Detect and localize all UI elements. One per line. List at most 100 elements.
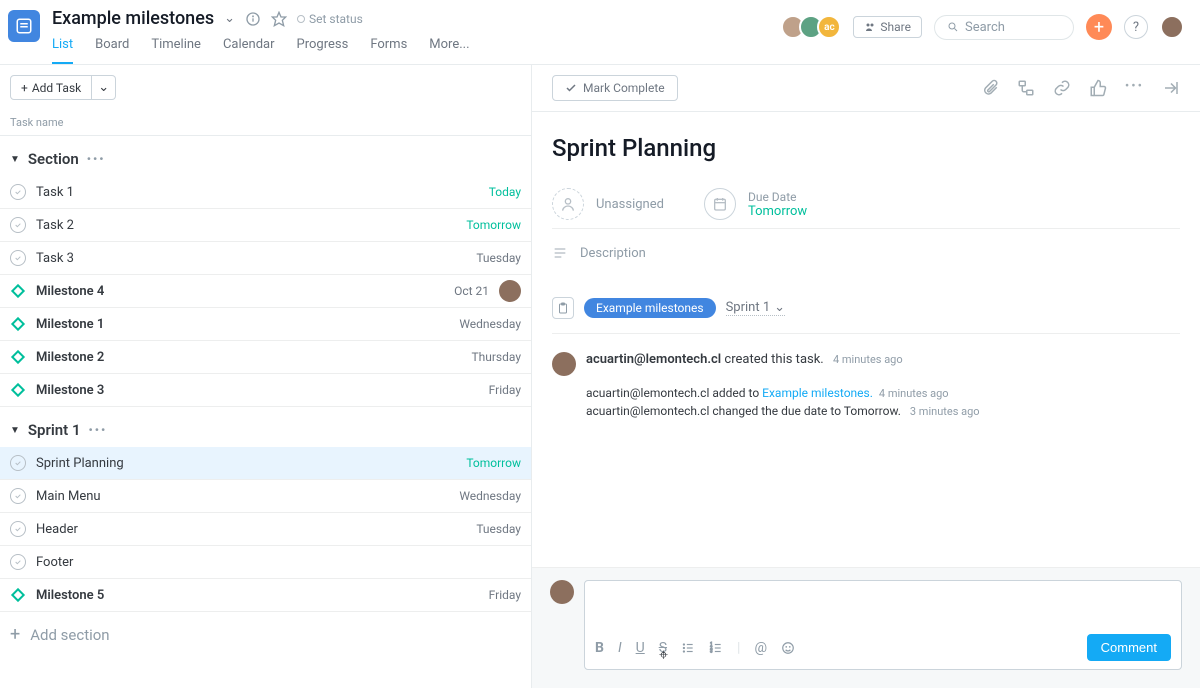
task-row[interactable]: Sprint Planning Tomorrow xyxy=(0,447,531,480)
add-task-button[interactable]: +Add Task xyxy=(10,75,92,100)
task-check-icon[interactable] xyxy=(10,250,26,266)
description-field[interactable]: Description xyxy=(552,229,1180,277)
tab-calendar[interactable]: Calendar xyxy=(223,37,275,64)
section-menu-icon[interactable]: ••• xyxy=(89,423,108,437)
task-row[interactable]: Milestone 1Wednesday xyxy=(0,308,531,341)
add-section-button[interactable]: +Add section xyxy=(0,612,531,657)
number-list-icon[interactable]: 123 xyxy=(709,641,723,655)
task-row[interactable]: Milestone 3Friday xyxy=(0,374,531,407)
check-icon xyxy=(565,82,577,94)
task-date: Tomorrow xyxy=(466,218,521,232)
task-name: Sprint Planning xyxy=(36,456,456,471)
user-avatar[interactable] xyxy=(1160,15,1184,39)
subtask-icon[interactable] xyxy=(1017,79,1035,97)
search-icon xyxy=(947,21,959,33)
task-date: Wednesday xyxy=(459,317,521,331)
close-detail-icon[interactable] xyxy=(1162,79,1180,97)
tab-more[interactable]: More... xyxy=(429,37,469,64)
section-name[interactable]: Section xyxy=(28,150,79,168)
svg-text:3: 3 xyxy=(710,648,713,653)
search-input[interactable]: Search xyxy=(934,15,1074,40)
tab-timeline[interactable]: Timeline xyxy=(151,37,201,64)
bold-icon[interactable]: B xyxy=(595,640,604,656)
share-button[interactable]: Share xyxy=(853,16,922,38)
task-row[interactable]: Task 1 Today xyxy=(0,176,531,209)
add-task-dropdown[interactable]: ⌄ xyxy=(92,75,116,100)
comment-textarea[interactable] xyxy=(595,589,1171,628)
comment-button[interactable]: Comment xyxy=(1087,634,1171,661)
task-row[interactable]: Milestone 2Thursday xyxy=(0,341,531,374)
task-name: Task 3 xyxy=(36,251,466,266)
star-icon[interactable] xyxy=(271,11,287,27)
task-check-icon[interactable] xyxy=(10,455,26,471)
section-caret-icon[interactable]: ▼ xyxy=(10,154,20,165)
project-menu-caret-icon[interactable]: ⌄ xyxy=(224,11,235,26)
task-date: Wednesday xyxy=(459,489,521,503)
section-link[interactable]: Sprint 1⌄ xyxy=(726,300,785,316)
task-name: Main Menu xyxy=(36,489,449,504)
section-name[interactable]: Sprint 1 xyxy=(28,421,81,439)
task-row[interactable]: Main Menu Wednesday xyxy=(0,480,531,513)
project-title[interactable]: Example milestones xyxy=(52,8,214,29)
task-check-icon[interactable] xyxy=(10,554,26,570)
task-row[interactable]: Task 3Tuesday xyxy=(0,242,531,275)
bullet-list-icon[interactable] xyxy=(681,641,695,655)
tab-board[interactable]: Board xyxy=(95,37,129,64)
task-date: Thursday xyxy=(471,350,521,364)
attachment-icon[interactable] xyxy=(981,79,999,97)
italic-icon[interactable]: I xyxy=(618,640,622,656)
task-date: Tuesday xyxy=(476,522,521,536)
strike-icon[interactable]: S xyxy=(659,640,667,656)
tab-forms[interactable]: Forms xyxy=(370,37,407,64)
task-check-icon[interactable] xyxy=(10,217,26,233)
description-icon xyxy=(552,245,568,261)
task-date: Tomorrow xyxy=(466,456,521,470)
task-check-icon[interactable] xyxy=(10,184,26,200)
more-icon[interactable]: ••• xyxy=(1125,79,1144,97)
task-assignee-avatar[interactable] xyxy=(499,280,521,302)
task-check-icon[interactable] xyxy=(10,521,26,537)
link-icon[interactable] xyxy=(1053,79,1071,97)
task-detail-title[interactable]: Sprint Planning xyxy=(552,134,1180,162)
task-row[interactable]: Milestone 4Oct 21 xyxy=(0,275,531,308)
set-status-button[interactable]: Set status xyxy=(297,12,363,26)
like-icon[interactable] xyxy=(1089,79,1107,97)
calendar-icon xyxy=(704,188,736,220)
task-date: Today xyxy=(489,185,521,199)
comment-avatar xyxy=(550,580,574,604)
due-date-field[interactable]: Due Date Tomorrow xyxy=(704,188,807,220)
project-icon[interactable] xyxy=(8,10,40,42)
member-avatars[interactable]: ac xyxy=(787,15,841,39)
info-icon[interactable] xyxy=(245,11,261,27)
task-date: Friday xyxy=(489,383,521,397)
task-check-icon[interactable] xyxy=(10,488,26,504)
help-button[interactable]: ? xyxy=(1124,15,1148,39)
mention-icon[interactable]: @ xyxy=(754,640,767,656)
milestone-icon xyxy=(10,316,26,332)
task-name: Task 1 xyxy=(36,185,479,200)
tab-progress[interactable]: Progress xyxy=(297,37,349,64)
task-row[interactable]: Header Tuesday xyxy=(0,513,531,546)
task-row[interactable]: Footer xyxy=(0,546,531,579)
task-name: Milestone 4 xyxy=(36,284,444,299)
section-caret-icon[interactable]: ▼ xyxy=(10,425,20,436)
activity-log: acuartin@lemontech.cl changed the due da… xyxy=(586,404,1180,418)
task-row[interactable]: Milestone 5Friday xyxy=(0,579,531,612)
activity-created: acuartin@lemontech.cl created this task.… xyxy=(586,352,903,367)
milestone-icon xyxy=(10,283,26,299)
task-name: Task 2 xyxy=(36,218,456,233)
person-icon xyxy=(552,188,584,220)
global-add-button[interactable]: + xyxy=(1086,14,1112,40)
project-pill[interactable]: Example milestones xyxy=(584,298,716,318)
task-name: Milestone 5 xyxy=(36,588,479,603)
underline-icon[interactable]: U xyxy=(636,640,645,656)
emoji-icon[interactable] xyxy=(781,641,795,655)
section-menu-icon[interactable]: ••• xyxy=(87,152,106,166)
tab-list[interactable]: List xyxy=(52,37,73,64)
column-header-name: Task name xyxy=(0,110,531,136)
task-name: Header xyxy=(36,522,466,537)
milestone-icon xyxy=(10,587,26,603)
assignee-field[interactable]: Unassigned xyxy=(552,188,664,220)
task-row[interactable]: Task 2 Tomorrow xyxy=(0,209,531,242)
mark-complete-button[interactable]: Mark Complete xyxy=(552,75,678,101)
